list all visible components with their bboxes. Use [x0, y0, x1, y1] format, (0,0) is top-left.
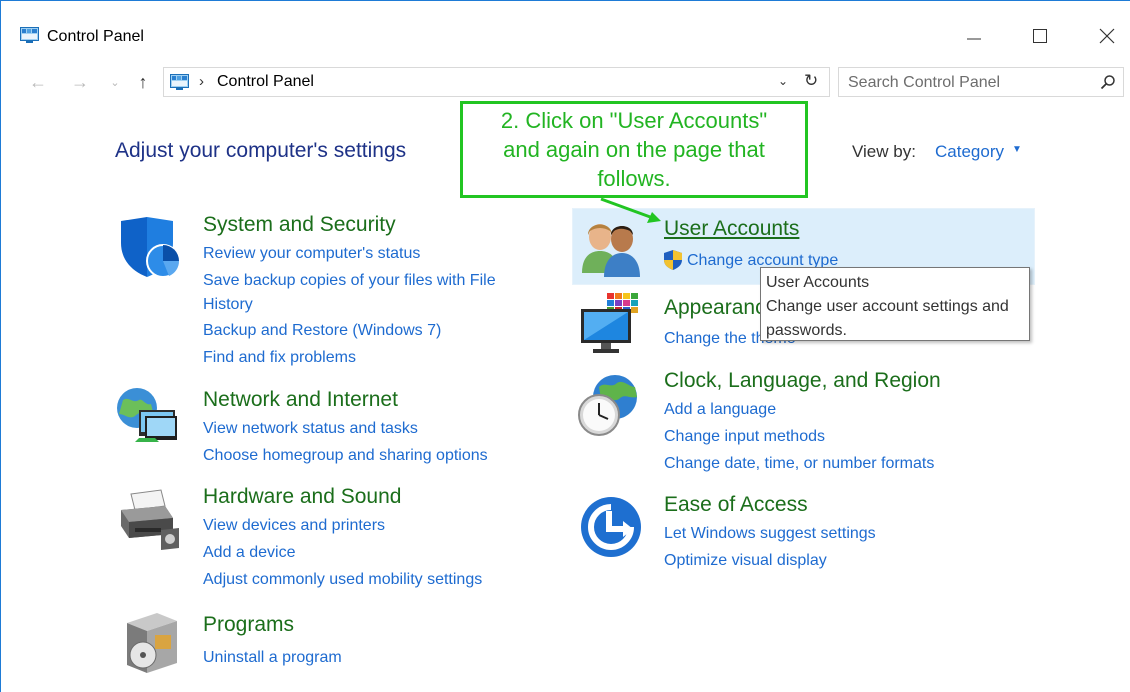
- address-dropdown-icon[interactable]: ⌄: [778, 74, 788, 88]
- category-programs[interactable]: Programs: [203, 613, 294, 637]
- link-file-history[interactable]: Save backup copies of your files with Fi…: [203, 272, 496, 290]
- forward-button[interactable]: →: [70, 72, 90, 92]
- chevron-down-icon: ⌄: [110, 76, 120, 89]
- minimize-button[interactable]: [962, 25, 986, 47]
- forward-arrow-icon: →: [71, 71, 89, 92]
- caret-down-icon[interactable]: ▼: [1012, 144, 1022, 155]
- view-by-label: View by:: [852, 142, 916, 161]
- user-accounts-tooltip: User Accounts Change user account settin…: [760, 267, 1030, 341]
- callout-line-1: 2. Click on "User Accounts": [500, 108, 768, 133]
- appearance-monitor-icon: [581, 293, 638, 353]
- breadcrumb-chevron-icon[interactable]: ›: [199, 73, 204, 90]
- view-by-dropdown[interactable]: Category: [935, 142, 1004, 162]
- shield-icon: [121, 217, 180, 278]
- category-user-accounts[interactable]: User Accounts: [664, 217, 799, 241]
- clock-globe-icon: [578, 375, 637, 436]
- link-review-status[interactable]: Review your computer's status: [203, 245, 420, 263]
- tooltip-description-cont: passwords.: [766, 322, 847, 339]
- tooltip-title: User Accounts: [766, 274, 870, 291]
- link-find-fix[interactable]: Find and fix problems: [203, 349, 356, 367]
- control-panel-window: Control Panel ← → ⌄ ↑ › Control Panel ⌄ …: [0, 0, 1130, 692]
- maximize-icon: [1033, 29, 1047, 43]
- link-devices-printers[interactable]: View devices and printers: [203, 517, 385, 535]
- programs-icon: [127, 613, 177, 673]
- link-network-status[interactable]: View network status and tasks: [203, 420, 418, 438]
- printer-icon: [121, 489, 179, 550]
- close-icon: [1099, 28, 1115, 44]
- callout-arrow-icon: [600, 197, 661, 223]
- category-ease-of-access[interactable]: Ease of Access: [664, 493, 808, 517]
- up-button[interactable]: ↑: [133, 72, 153, 92]
- link-file-history-cont[interactable]: History: [203, 296, 253, 314]
- category-network[interactable]: Network and Internet: [203, 388, 398, 412]
- refresh-icon[interactable]: ↻: [804, 71, 818, 91]
- page-title: Adjust your computer's settings: [115, 139, 407, 162]
- link-add-language[interactable]: Add a language: [664, 401, 776, 419]
- address-bar[interactable]: › Control Panel ⌄ ↻: [163, 67, 830, 97]
- category-system-security[interactable]: System and Security: [203, 213, 396, 237]
- category-hardware[interactable]: Hardware and Sound: [203, 485, 401, 509]
- control-panel-icon: [20, 27, 39, 43]
- tooltip-description: Change user account settings and: [766, 298, 1009, 315]
- minimize-icon: [967, 38, 981, 40]
- breadcrumb[interactable]: Control Panel: [217, 73, 314, 91]
- search-icon[interactable]: [1100, 74, 1116, 90]
- link-homegroup[interactable]: Choose homegroup and sharing options: [203, 447, 488, 465]
- search-input[interactable]: Search Control Panel: [838, 67, 1124, 97]
- maximize-button[interactable]: [1028, 25, 1052, 47]
- link-add-device[interactable]: Add a device: [203, 544, 296, 562]
- title-bar: [1, 1, 1130, 39]
- link-uninstall-program[interactable]: Uninstall a program: [203, 649, 342, 667]
- recent-locations-button[interactable]: ⌄: [105, 72, 125, 92]
- control-panel-icon: [170, 74, 189, 90]
- instruction-callout: 2. Click on "User Accounts" and again on…: [460, 101, 808, 198]
- link-backup-restore[interactable]: Backup and Restore (Windows 7): [203, 322, 441, 340]
- search-placeholder: Search Control Panel: [848, 74, 1001, 91]
- network-globe-icon: [117, 388, 177, 442]
- close-button[interactable]: [1095, 25, 1119, 47]
- link-mobility-settings[interactable]: Adjust commonly used mobility settings: [203, 571, 482, 589]
- link-windows-suggest[interactable]: Let Windows suggest settings: [664, 525, 876, 543]
- back-arrow-icon: ←: [29, 71, 47, 92]
- callout-line-2: and again on the page that: [503, 137, 765, 162]
- callout-line-3: follows.: [597, 166, 671, 191]
- link-date-time-formats[interactable]: Change date, time, or number formats: [664, 455, 934, 473]
- link-input-methods[interactable]: Change input methods: [664, 428, 825, 446]
- category-clock-region[interactable]: Clock, Language, and Region: [664, 369, 941, 393]
- window-title: Control Panel: [47, 28, 144, 45]
- uac-shield-icon: [664, 250, 682, 270]
- back-button[interactable]: ←: [28, 72, 48, 92]
- link-optimize-display[interactable]: Optimize visual display: [664, 552, 827, 570]
- up-arrow-icon: ↑: [138, 71, 148, 92]
- ease-of-access-icon: [581, 497, 641, 557]
